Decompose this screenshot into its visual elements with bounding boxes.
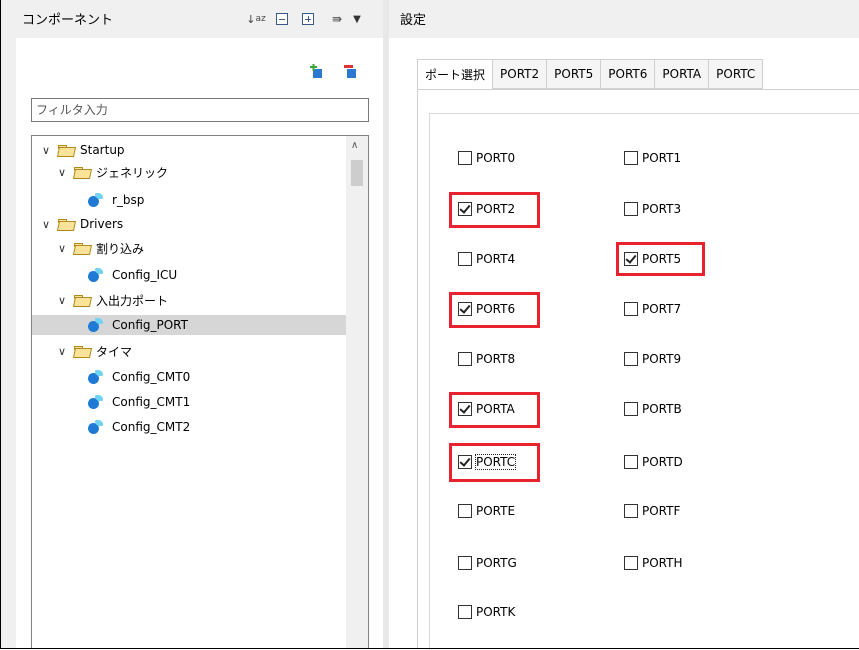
window-frame: [0, 0, 859, 649]
